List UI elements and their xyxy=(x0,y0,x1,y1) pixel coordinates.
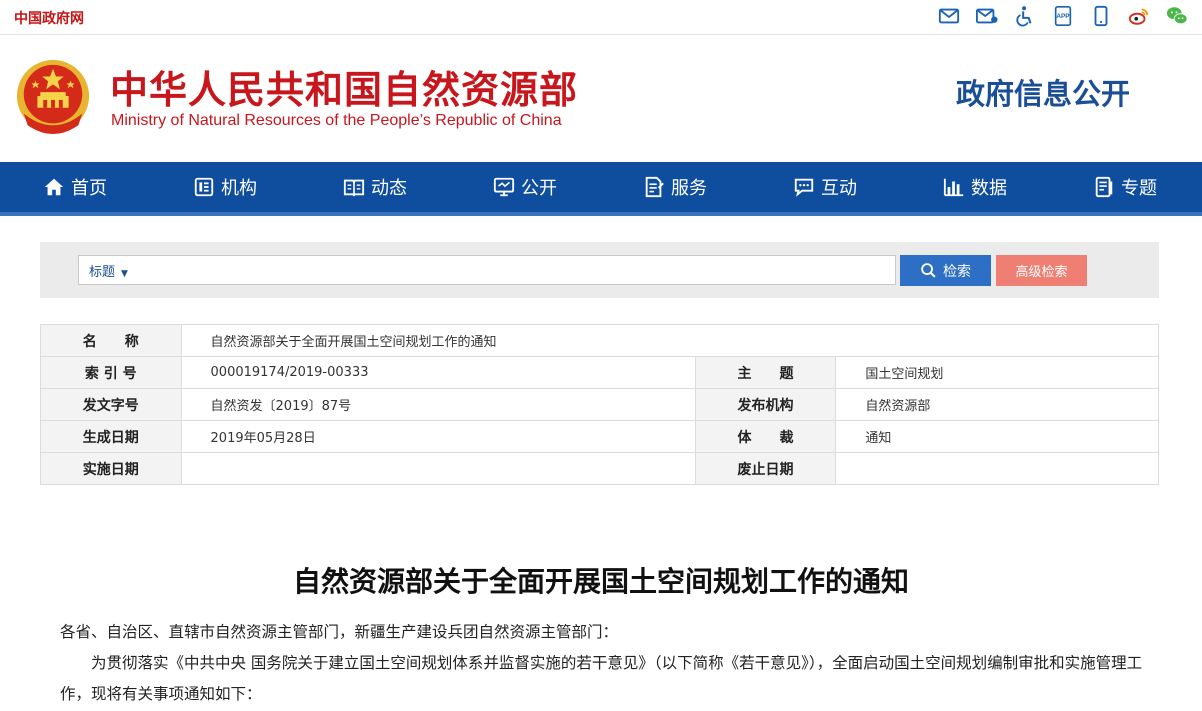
meta-value-docno: 自然资发〔2019〕87号 xyxy=(180,388,696,421)
meta-value-expiry xyxy=(835,452,1159,485)
home-icon xyxy=(44,178,64,196)
edit-doc-icon xyxy=(645,176,664,198)
main-nav: 首页 机构 动态 公开 服务 互动 数据 专题 xyxy=(0,162,1202,216)
table-row: 发文字号 自然资发〔2019〕87号 发布机构 自然资源部 xyxy=(40,388,1159,421)
app-icon[interactable]: APP xyxy=(1052,5,1074,27)
meta-key-name: 名 称 xyxy=(40,324,182,357)
bar-chart-icon xyxy=(943,178,964,197)
table-row: 实施日期 废止日期 xyxy=(40,452,1159,485)
search-type-select[interactable]: 标题 ▼ xyxy=(79,261,136,280)
meta-key-expiry: 废止日期 xyxy=(694,452,837,485)
monitor-icon xyxy=(493,177,515,197)
mailbox-icon[interactable] xyxy=(976,5,998,27)
weibo-icon[interactable] xyxy=(1128,5,1150,27)
book-icon xyxy=(343,179,365,197)
search-button[interactable]: 检索 xyxy=(900,255,991,286)
article-salutation: 各省、自治区、直辖市自然资源主管部门，新疆生产建设兵团自然资源主管部门： xyxy=(60,623,619,641)
top-icons: APP xyxy=(938,5,1188,27)
meta-value-genre: 通知 xyxy=(835,420,1159,453)
nav-item-service[interactable]: 服务 xyxy=(600,162,750,212)
article-paragraph: 为贯彻落实《中共中央 国务院关于建立国土空间规划体系并监督实施的若干意见》（以下… xyxy=(60,654,1143,703)
meta-value-name: 自然资源部关于全面开展国土空间规划工作的通知 xyxy=(180,324,1160,357)
search-type-label: 标题 xyxy=(89,264,116,280)
search-bar: 标题 ▼ 检索 高级检索 xyxy=(40,242,1159,298)
ministry-name-cn: 中华人民共和国自然资源部 xyxy=(110,68,579,112)
mobile-icon[interactable] xyxy=(1090,5,1112,27)
meta-value-effective xyxy=(180,452,696,485)
meta-key-index: 索 引 号 xyxy=(40,356,182,389)
meta-key-docno: 发文字号 xyxy=(40,388,182,421)
meta-key-genre: 体 裁 xyxy=(694,420,837,453)
meta-value-publisher: 自然资源部 xyxy=(835,388,1159,421)
nav-item-label: 动态 xyxy=(371,178,407,199)
nav-item-data[interactable]: 数据 xyxy=(900,162,1050,212)
search-button-label: 检索 xyxy=(943,263,971,280)
table-row: 索 引 号 000019174/2019-00333 主 题 国土空间规划 xyxy=(40,356,1159,389)
meta-value-index: 000019174/2019-00333 xyxy=(180,356,696,389)
nav-item-org[interactable]: 机构 xyxy=(150,162,300,212)
document-meta-table: 名 称 自然资源部关于全面开展国土空间规划工作的通知 索 引 号 0000191… xyxy=(40,324,1160,485)
table-row: 生成日期 2019年05月28日 体 裁 通知 xyxy=(40,420,1159,453)
national-emblem-icon[interactable] xyxy=(14,55,92,139)
mail-icon[interactable] xyxy=(938,5,960,27)
advanced-search-button[interactable]: 高级检索 xyxy=(996,255,1087,286)
document-icon xyxy=(1095,176,1113,198)
wechat-icon[interactable] xyxy=(1166,5,1188,27)
nav-item-label: 服务 xyxy=(671,178,707,199)
accessibility-icon[interactable] xyxy=(1014,5,1036,27)
caret-down-icon: ▼ xyxy=(121,268,128,279)
meta-key-subject: 主 题 xyxy=(694,356,837,389)
meta-key-effective: 实施日期 xyxy=(40,452,182,485)
nav-item-label: 公开 xyxy=(521,178,557,199)
ministry-name-en: Ministry of Natural Resources of the Peo… xyxy=(111,112,562,129)
nav-item-label: 专题 xyxy=(1121,178,1157,199)
article-title: 自然资源部关于全面开展国土空间规划工作的通知 xyxy=(292,565,909,598)
app-icon-text: APP xyxy=(1056,13,1070,20)
org-icon xyxy=(194,177,214,197)
gov-info-title: 政府信息公开 xyxy=(956,77,1131,111)
nav-item-news[interactable]: 动态 xyxy=(300,162,450,212)
meta-key-created: 生成日期 xyxy=(40,420,182,453)
nav-item-label: 机构 xyxy=(221,178,257,199)
nav-item-open[interactable]: 公开 xyxy=(450,162,600,212)
gov-portal-link[interactable]: 中国政府网 xyxy=(14,8,84,28)
meta-value-created: 2019年05月28日 xyxy=(180,420,696,453)
meta-value-subject: 国土空间规划 xyxy=(835,356,1159,389)
nav-item-label: 首页 xyxy=(71,178,107,199)
top-bar: 中国政府网 APP xyxy=(0,0,1202,35)
site-header: 中华人民共和国自然资源部 Ministry of Natural Resourc… xyxy=(0,35,1202,161)
chat-icon xyxy=(794,178,814,197)
nav-item-label: 互动 xyxy=(821,178,857,199)
nav-item-home[interactable]: 首页 xyxy=(0,162,150,212)
nav-item-label: 数据 xyxy=(971,178,1007,199)
search-field: 标题 ▼ xyxy=(78,255,896,285)
nav-item-topic[interactable]: 专题 xyxy=(1050,162,1200,212)
search-icon xyxy=(921,263,936,278)
table-row: 名 称 自然资源部关于全面开展国土空间规划工作的通知 xyxy=(40,324,1160,357)
search-input[interactable] xyxy=(135,257,895,283)
meta-key-publisher: 发布机构 xyxy=(694,388,837,421)
nav-item-interact[interactable]: 互动 xyxy=(750,162,900,212)
